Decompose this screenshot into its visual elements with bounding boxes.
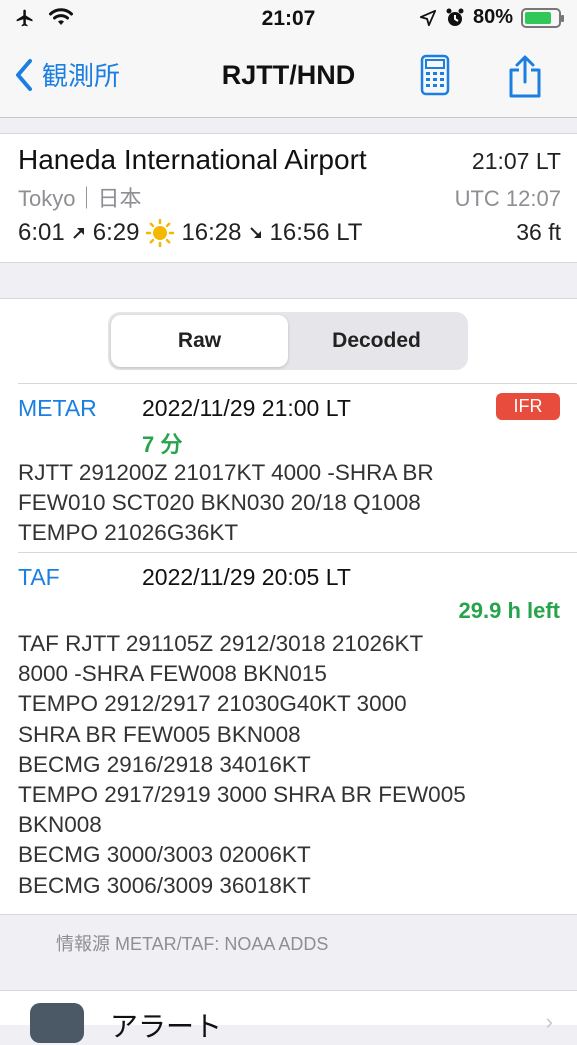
taf-line: 8000 -SHRA FEW008 BKN015	[18, 661, 327, 687]
alerts-row[interactable]: アラート ›	[0, 990, 577, 1043]
taf-line: BECMG 3006/3009 36018KT	[18, 872, 311, 898]
taf-line: TAF RJTT 291105Z 2912/3018 21026KT	[18, 631, 424, 656]
airport-location: Tokyo｜日本	[18, 186, 142, 211]
chevron-right-icon: ›	[545, 1009, 553, 1034]
status-right: 80%	[419, 6, 564, 29]
metar-age: 7 分	[142, 432, 183, 457]
local-time: 21:07 LT	[471, 148, 561, 174]
taf-issued-time: 2022/11/29 20:05 LT	[142, 564, 351, 590]
calculator-icon	[420, 54, 450, 96]
taf-line: TEMPO 2917/2919 3000 SHRA BR FEW005	[18, 782, 466, 808]
elevation: 36 ft	[516, 219, 561, 245]
arrow-up-right-icon	[73, 228, 84, 239]
battery-percent: 80%	[472, 6, 513, 28]
taf-line: BECMG 2916/2918 34016KT	[18, 751, 311, 777]
status-bar: 21:07 80%	[0, 0, 577, 40]
utc-time: UTC 12:07	[454, 186, 561, 211]
view-mode-segmented-control[interactable]: Raw Decoded	[108, 312, 468, 370]
taf-validity: 29.9 h left	[458, 598, 560, 623]
battery-icon	[521, 7, 564, 28]
arrow-down-right-icon	[249, 227, 261, 238]
alerts-label: アラート	[110, 1011, 223, 1042]
location-icon	[419, 9, 437, 26]
calculator-button[interactable]	[420, 54, 450, 101]
battery-level	[525, 11, 551, 24]
share-button[interactable]	[506, 54, 544, 105]
flight-category-badge: IFR	[496, 393, 560, 420]
taf-line: SHRA BR FEW005 BKN008	[18, 721, 301, 747]
segment-raw[interactable]: Raw	[111, 315, 288, 367]
segment-decoded[interactable]: Decoded	[288, 315, 465, 367]
metar-raw-text: RJTT 291200Z 21017KT 4000 -SHRA BR FEW010…	[18, 458, 567, 549]
sun-times: 6:01 6:29 16:28 16:56 LT	[18, 218, 362, 248]
sunrise-time: 6:29	[92, 219, 140, 246]
sun-icon	[146, 218, 175, 248]
divider	[18, 552, 577, 553]
divider	[18, 383, 577, 384]
taf-line: BKN008	[18, 812, 102, 838]
dawn-time: 6:01	[18, 219, 65, 246]
data-source-note: 情報源 METAR/TAF: NOAA ADDS	[56, 934, 329, 954]
sunset-time: 16:28	[181, 219, 242, 246]
dusk-time: 16:56 LT	[269, 219, 363, 246]
metar-line: FEW010 SCT020 BKN030 20/18 Q1008	[18, 490, 421, 516]
metar-issued-time: 2022/11/29 21:00 LT	[142, 395, 351, 421]
airport-name: Haneda International Airport	[18, 144, 367, 175]
alarm-icon	[446, 8, 464, 26]
page-title: RJTT/HND	[221, 60, 356, 90]
share-icon	[509, 55, 541, 98]
taf-label: TAF	[18, 564, 60, 590]
weather-card: Raw Decoded METAR 2022/11/29 21:00 LT IF…	[0, 298, 577, 915]
taf-raw-text: TAF RJTT 291105Z 2912/3018 21026KT 8000 -…	[18, 629, 567, 901]
navigation-bar: 観測所 RJTT/HND	[0, 40, 577, 118]
metar-line: RJTT 291200Z 21017KT 4000 -SHRA BR	[18, 460, 434, 485]
taf-line: TEMPO 2912/2917 21030G40KT 3000	[18, 691, 407, 717]
airport-card: Haneda International Airport 21:07 LT To…	[0, 133, 577, 263]
taf-line: BECMG 3000/3003 02006KT	[18, 842, 311, 868]
alert-icon	[30, 1003, 84, 1043]
metar-label: METAR	[18, 395, 97, 421]
metar-line: TEMPO 21026G36KT	[18, 520, 239, 546]
